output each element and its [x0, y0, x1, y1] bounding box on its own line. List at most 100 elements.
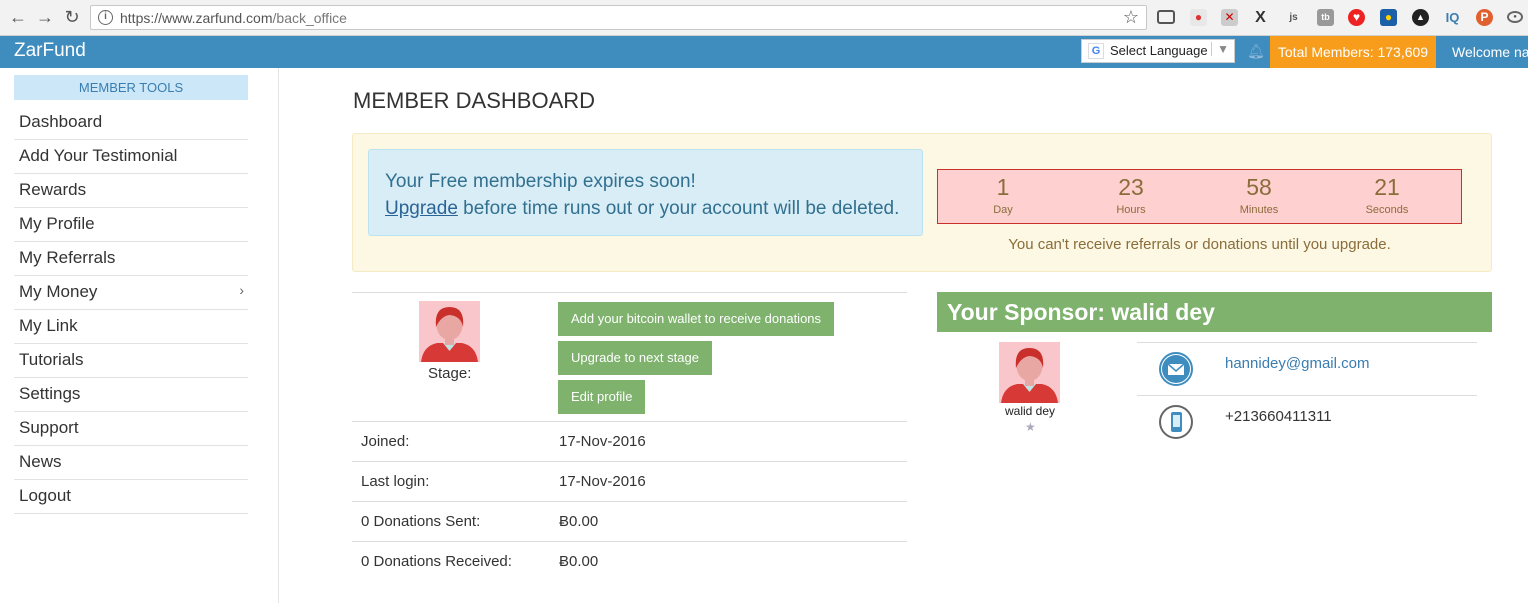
- sidebar: MEMBER TOOLS Dashboard Add Your Testimon…: [0, 68, 279, 603]
- forward-arrow-icon[interactable]: →: [34, 6, 56, 28]
- extension-js-icon[interactable]: js: [1285, 9, 1302, 26]
- add-wallet-button[interactable]: Add your bitcoin wallet to receive donat…: [558, 302, 835, 336]
- table-row: Joined: 17-Nov-2016: [352, 422, 907, 462]
- countdown-minutes: 58 Minutes: [1194, 174, 1324, 216]
- language-select[interactable]: G Select Language ▼: [1081, 39, 1235, 63]
- page-title: MEMBER DASHBOARD: [353, 88, 596, 113]
- table-row: Last login: 17-Nov-2016: [352, 462, 907, 502]
- sidebar-item-label: Tutorials: [19, 350, 84, 369]
- countdown-days-value: 1: [996, 174, 1010, 200]
- sidebar-item-label: Support: [19, 418, 79, 437]
- sidebar-item-rewards[interactable]: Rewards: [14, 174, 248, 208]
- sponsor-name: walid dey: [1004, 404, 1056, 418]
- extension-dark-icon[interactable]: ▲: [1412, 9, 1429, 26]
- browser-toolbar: ← → ↻ i https://www.zarfund.com/back_off…: [0, 0, 1528, 36]
- bell-icon[interactable]: 🔔︎: [1247, 43, 1265, 60]
- row-label: 0 Donations Sent:: [361, 513, 481, 530]
- extension-square-icon[interactable]: ●: [1380, 9, 1397, 26]
- extension-eye-icon[interactable]: ●: [1507, 11, 1523, 23]
- sidebar-item-label: Rewards: [19, 180, 87, 199]
- sponsor-contact: hannidey@gmail.com +213660411311: [1137, 342, 1477, 448]
- upgrade-stage-button[interactable]: Upgrade to next stage: [558, 341, 712, 375]
- countdown-seconds-value: 21: [1374, 174, 1400, 200]
- countdown-seconds: 21 Seconds: [1322, 174, 1452, 216]
- extension-download-icon[interactable]: ✕: [1221, 9, 1238, 26]
- sidebar-item-label: News: [19, 452, 62, 471]
- sidebar-item-label: My Referrals: [19, 248, 116, 267]
- row-label: Last login:: [361, 473, 430, 490]
- countdown-hours-value: 23: [1118, 174, 1144, 200]
- row-value: 17-Nov-2016: [559, 473, 646, 490]
- extension-tb-icon[interactable]: tb: [1317, 9, 1334, 26]
- sponsor-avatar: [999, 342, 1060, 403]
- expiry-heading: Your Free membership expires soon!: [385, 171, 696, 192]
- sidebar-item-label: My Profile: [19, 214, 95, 233]
- chevron-right-icon: ›: [239, 282, 244, 298]
- sidebar-item-support[interactable]: Support: [14, 412, 248, 446]
- sidebar-item-label: My Link: [19, 316, 78, 335]
- welcome-user-menu[interactable]: Welcome na: [1452, 44, 1528, 60]
- user-avatar-icon: [419, 301, 480, 362]
- extension-heart-icon[interactable]: ♥: [1348, 9, 1365, 26]
- table-row: 0 Donations Sent: Ƀ0.00: [352, 502, 907, 542]
- row-label: 0 Donations Received:: [361, 553, 512, 570]
- upgrade-link[interactable]: Upgrade: [385, 198, 458, 219]
- user-avatar-icon: [999, 342, 1060, 403]
- sidebar-item-label: My Money: [19, 282, 98, 301]
- member-profile-table: Stage: Add your bitcoin wallet to receiv…: [352, 292, 907, 582]
- table-row: 0 Donations Received: Ƀ0.00: [352, 542, 907, 582]
- language-select-label: Select Language: [1110, 43, 1208, 58]
- sidebar-item-my-link[interactable]: My Link: [14, 310, 248, 344]
- countdown-seconds-label: Seconds: [1365, 204, 1409, 216]
- sidebar-item-my-profile[interactable]: My Profile: [14, 208, 248, 242]
- sidebar-menu: Dashboard Add Your Testimonial Rewards M…: [14, 106, 248, 514]
- extension-iq-icon[interactable]: IQ: [1444, 9, 1461, 26]
- sidebar-item-news[interactable]: News: [14, 446, 248, 480]
- edit-profile-button[interactable]: Edit profile: [558, 380, 646, 414]
- avatar: [419, 301, 480, 362]
- contact-row-phone: +213660411311: [1137, 395, 1477, 448]
- sponsor-heading: Your Sponsor: walid dey: [937, 292, 1492, 332]
- countdown-days-label: Day: [993, 204, 1013, 216]
- address-bar[interactable]: i https://www.zarfund.com/back_office ☆: [90, 5, 1147, 30]
- stage-label: Stage:: [428, 365, 472, 382]
- back-arrow-icon[interactable]: ←: [7, 6, 29, 28]
- sidebar-item-label: Logout: [19, 486, 71, 505]
- sidebar-item-add-testimonial[interactable]: Add Your Testimonial: [14, 140, 248, 174]
- expiry-notice: Your Free membership expires soon! Upgra…: [368, 149, 923, 236]
- top-navbar: ZarFund G Select Language ▼ 🔔︎ Total Mem…: [0, 36, 1528, 68]
- row-value: 17-Nov-2016: [559, 433, 646, 450]
- cast-icon[interactable]: [1157, 10, 1175, 24]
- google-icon: G: [1088, 43, 1104, 59]
- extension-colors-icon[interactable]: ●: [1190, 9, 1207, 26]
- sidebar-item-settings[interactable]: Settings: [14, 378, 248, 412]
- row-value: Ƀ0.00: [559, 553, 599, 570]
- phone-icon: [1159, 405, 1193, 439]
- url-text: https://www.zarfund.com/back_office: [120, 10, 347, 26]
- sidebar-item-logout[interactable]: Logout: [14, 480, 248, 514]
- extension-p-icon[interactable]: P: [1476, 9, 1493, 26]
- countdown-hours: 23 Hours: [1066, 174, 1196, 216]
- sponsor-email-link[interactable]: hannidey@gmail.com: [1225, 355, 1369, 372]
- sidebar-item-label: Settings: [19, 384, 81, 403]
- expiry-message: Upgrade before time runs out or your acc…: [385, 195, 922, 222]
- sidebar-item-my-referrals[interactable]: My Referrals: [14, 242, 248, 276]
- sidebar-item-label: Dashboard: [19, 112, 103, 131]
- info-icon[interactable]: i: [98, 10, 113, 25]
- row-value: Ƀ0.00: [559, 513, 599, 530]
- reload-icon[interactable]: ↻: [61, 6, 83, 28]
- countdown-days: 1 Day: [938, 174, 1068, 216]
- extension-x-icon[interactable]: X: [1252, 9, 1269, 26]
- sidebar-item-dashboard[interactable]: Dashboard: [14, 106, 248, 140]
- sidebar-item-label: Add Your Testimonial: [19, 146, 178, 165]
- countdown-minutes-label: Minutes: [1239, 204, 1279, 216]
- upgrade-requirement-note: You can't receive referrals or donations…: [1008, 236, 1391, 253]
- bookmark-star-icon[interactable]: ☆: [1123, 7, 1139, 28]
- row-label: Joined:: [361, 433, 410, 450]
- brand-logo[interactable]: ZarFund: [14, 40, 86, 62]
- membership-alert-panel: Your Free membership expires soon! Upgra…: [352, 133, 1492, 272]
- contact-row-email: hannidey@gmail.com: [1137, 342, 1477, 395]
- sidebar-item-tutorials[interactable]: Tutorials: [14, 344, 248, 378]
- countdown-timer: 1 Day 23 Hours 58 Minutes 21 Seconds: [937, 169, 1462, 224]
- sidebar-item-my-money[interactable]: My Money ›: [14, 276, 248, 310]
